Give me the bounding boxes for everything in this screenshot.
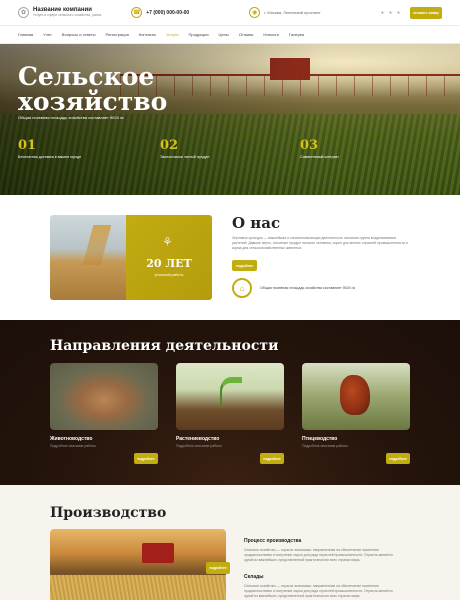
about-more-button[interactable]: подробнее [232, 260, 257, 271]
card-subtitle: Подробное описание работы [302, 444, 348, 448]
nav-item[interactable]: Новости [263, 32, 278, 37]
years-badge: ⚘ 20 ЛЕТ успешной работы [126, 215, 212, 300]
social-links: ● ● ● [381, 10, 400, 16]
about-badge-text: Общая посевная площадь хозяйства составл… [260, 286, 355, 290]
directions-section: Направления деятельности Животноводство … [0, 320, 460, 485]
location-icon: ◉ [249, 7, 261, 18]
card-title-crops[interactable]: Растениеводство [176, 436, 219, 442]
nav-item[interactable]: Отзывы [239, 32, 254, 37]
production-more-button[interactable]: подробнее [206, 562, 230, 574]
whatsapp-icon[interactable]: ● [397, 10, 400, 16]
production-item-text: Сельское хозяйство — отрасль экономики, … [244, 548, 393, 562]
stat-number: 03 [300, 138, 319, 153]
hero-title-line2: хозяйство [18, 87, 168, 116]
production-item-heading: Склады [244, 574, 264, 580]
main-nav: Главная Учет Вопросы и ответы Регистрация Ко… [0, 26, 460, 44]
stat-text: Бесплатная доставка в вашем городе [18, 155, 82, 159]
building-icon: ⌂ [232, 278, 252, 298]
nav-item[interactable]: Контакты [139, 32, 156, 37]
poultry-image[interactable] [302, 363, 410, 430]
about-title: О нас [232, 214, 281, 232]
production-section: Производство Процесс производства Сельск… [0, 485, 460, 600]
rooster-image [340, 375, 370, 415]
combine-image [142, 543, 174, 563]
telegram-icon[interactable]: ● [389, 10, 392, 16]
about-harvest-image [50, 215, 126, 300]
hero-stat-3: 03 Совместимый контракт [300, 139, 339, 159]
phone-block: ☎ +7 (000) 000-00-00 [131, 7, 189, 18]
nav-item[interactable]: Услуги [166, 32, 178, 37]
production-item-text: Сельское хозяйство — отрасль экономики, … [244, 584, 393, 598]
stat-number: 02 [160, 138, 179, 153]
nav-item[interactable]: Учет [43, 32, 52, 37]
grain-stream-image [82, 225, 112, 265]
nav-item[interactable]: Регистрация [105, 32, 128, 37]
directions-title: Направления деятельности [50, 338, 279, 354]
livestock-more-button[interactable]: подробнее [134, 453, 158, 464]
hero-section: Сельское хозяйство Общая посевная площад… [0, 44, 460, 195]
nav-item[interactable]: Вопросы и ответы [62, 32, 96, 37]
card-subtitle: Подробное описание работы [50, 444, 96, 448]
production-title: Производство [50, 505, 167, 521]
address-text: г. Москва, Ленинский проспект [264, 10, 321, 15]
combine-harvester-image [50, 529, 226, 600]
years-value: 20 ЛЕТ [146, 257, 192, 270]
nav-item[interactable]: Главная [18, 32, 33, 37]
hero-title: Сельское хозяйство [18, 64, 167, 114]
nav-item[interactable]: Цены [218, 32, 228, 37]
nav-item[interactable]: Галерея [289, 32, 304, 37]
company-info: Название компании Услуги в сфере сельско… [33, 7, 101, 17]
hero-stat-2: 02 Экологически чистый продукт [160, 139, 210, 159]
crop-image[interactable] [176, 363, 284, 430]
address-block: ◉ г. Москва, Ленинский проспект [249, 7, 321, 18]
sprout-image [220, 377, 242, 405]
card-title-livestock[interactable]: Животноводство [50, 436, 92, 442]
crops-more-button[interactable]: подробнее [260, 453, 284, 464]
stat-text: Совместимый контракт [300, 155, 339, 159]
hero-subtitle: Общая посевная площадь хозяйства составл… [18, 115, 124, 120]
years-subtitle: успешной работы [154, 273, 184, 277]
nav-item[interactable]: Продукция [188, 32, 208, 37]
site-header: ✿ Название компании Услуги в сфере сельс… [0, 0, 460, 26]
company-tagline: Услуги в сфере сельского хозяйства, рапс… [33, 13, 102, 18]
leaf-icon[interactable]: ✿ [18, 7, 29, 18]
about-text: Зерновые культуры — важнейшая и основопо… [232, 236, 408, 250]
vk-icon[interactable]: ● [381, 10, 384, 16]
grain-pile-image [50, 575, 226, 600]
production-item-heading: Процесс производства [244, 538, 302, 544]
card-subtitle: Подробное описание работы [176, 444, 222, 448]
card-title-poultry[interactable]: Птицеводство [302, 436, 337, 442]
phone-icon: ☎ [131, 7, 143, 18]
wheat-icon: ⚘ [162, 235, 173, 249]
stat-number: 01 [18, 138, 37, 153]
stat-text: Экологически чистый продукт [160, 155, 210, 159]
hero-stat-1: 01 Бесплатная доставка в вашем городе [18, 139, 81, 159]
poultry-more-button[interactable]: подробнее [386, 453, 410, 464]
callback-button[interactable]: оставить заявку [410, 6, 442, 19]
phone-number[interactable]: +7 (000) 000-00-00 [146, 10, 189, 16]
livestock-image[interactable] [50, 363, 158, 430]
